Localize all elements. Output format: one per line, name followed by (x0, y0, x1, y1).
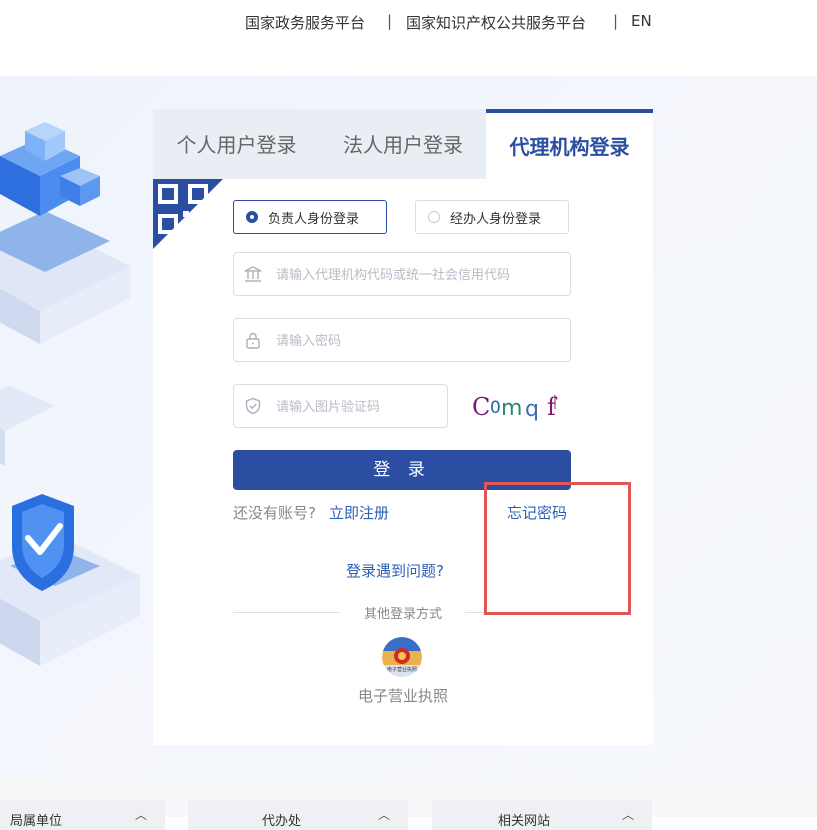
radio-unselected-icon (428, 211, 440, 223)
captcha-image[interactable]: C 0 m q f (471, 389, 571, 423)
lock-icon (246, 332, 260, 349)
login-card: 个人用户登录 法人用户登录 代理机构登录 负责人身份登录 经办人身份登录 请输入… (153, 109, 653, 745)
captcha-input[interactable] (274, 385, 438, 429)
radio-agent-login[interactable]: 经办人身份登录 (415, 200, 569, 234)
select-affiliated-units-label: 局属单位 (10, 814, 63, 829)
svg-text:0: 0 (490, 398, 501, 418)
password-input[interactable] (274, 319, 558, 363)
language-switch-en[interactable]: EN (631, 12, 652, 30)
qr-code-login-icon[interactable] (153, 179, 223, 249)
org-code-input[interactable] (274, 253, 558, 297)
link-ip-public-service-platform[interactable]: 国家知识产权公共服务平台 (406, 12, 586, 33)
tab-agency-login[interactable]: 代理机构登录 (486, 109, 653, 179)
svg-text:m: m (501, 396, 522, 421)
select-related-websites-label: 相关网站 (498, 814, 551, 829)
select-affiliated-units[interactable]: 局属单位 ︿ (0, 800, 165, 830)
chevron-up-icon: ︿ (378, 808, 391, 822)
login-trouble-link[interactable]: 登录遇到问题? (346, 560, 444, 581)
ebl-badge-text: 电子营业执照 (387, 666, 417, 673)
highlight-box (484, 482, 631, 615)
e-business-license-label[interactable]: 电子营业执照 (153, 685, 653, 706)
no-account-text: 还没有账号? (233, 504, 316, 522)
chevron-up-icon: ︿ (135, 808, 148, 822)
top-nav: 国家政务服务平台 | 国家知识产权公共服务平台 | EN (0, 0, 817, 76)
footer-bar: 局属单位 ︿ 代办处 ︿ 相关网站 ︿ (0, 778, 817, 830)
org-code-field (233, 252, 571, 297)
radio-selected-icon (246, 211, 258, 223)
e-business-license-icon[interactable]: 电子营业执照 (382, 637, 422, 677)
nav-separator: | (613, 12, 619, 30)
tab-personal-login[interactable]: 个人用户登录 (153, 109, 320, 179)
shield-check-icon (245, 397, 261, 415)
chevron-up-icon: ︿ (622, 808, 635, 822)
select-agency-offices-label: 代办处 (262, 814, 302, 829)
login-tabs: 个人用户登录 法人用户登录 代理机构登录 (153, 109, 653, 179)
register-link[interactable]: 立即注册 (329, 502, 389, 523)
select-agency-offices[interactable]: 代办处 ︿ (188, 800, 408, 830)
bank-icon (244, 266, 262, 282)
radio-principal-label: 负责人身份登录 (268, 211, 360, 227)
radio-principal-login[interactable]: 负责人身份登录 (233, 200, 387, 234)
nav-separator: | (387, 12, 393, 30)
radio-agent-label: 经办人身份登录 (450, 211, 542, 227)
decorative-illustration (0, 122, 140, 666)
svg-text:C: C (472, 393, 490, 421)
svg-text:f: f (547, 393, 558, 421)
svg-text:q: q (525, 397, 539, 422)
captcha-field (233, 384, 448, 429)
tab-legal-entity-login[interactable]: 法人用户登录 (320, 109, 486, 179)
password-field (233, 318, 571, 363)
link-gov-service-platform[interactable]: 国家政务服务平台 (245, 12, 365, 33)
select-related-websites[interactable]: 相关网站 ︿ (432, 800, 652, 830)
